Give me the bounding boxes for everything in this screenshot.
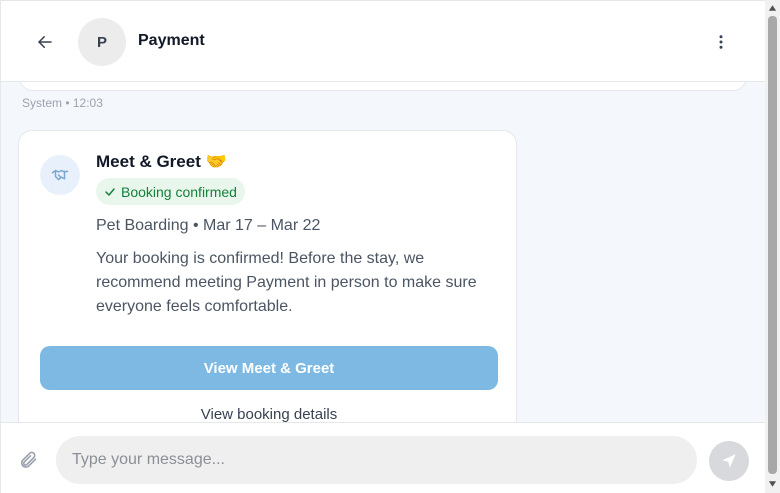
status-badge-label: Booking confirmed: [121, 183, 237, 200]
more-options-button[interactable]: [707, 28, 735, 56]
card-icon-container: [40, 155, 80, 195]
avatar[interactable]: P: [78, 18, 126, 66]
message-input[interactable]: [56, 436, 697, 484]
send-button[interactable]: [709, 441, 749, 481]
page-title: Payment: [138, 32, 205, 49]
check-icon: [105, 187, 115, 196]
scroll-up-arrow-icon[interactable]: [768, 4, 777, 12]
status-badge: Booking confirmed: [96, 178, 245, 205]
message-meta: System • 12:03: [22, 96, 103, 110]
scroll-down-arrow-icon[interactable]: [768, 480, 777, 488]
chat-window: P Payment System • 12:03 Meet & Greet 🤝 …: [0, 0, 765, 493]
more-vertical-icon: [719, 35, 723, 49]
card-title: Meet & Greet 🤝: [96, 152, 227, 171]
chat-header: P Payment: [1, 1, 765, 82]
attach-button[interactable]: [15, 447, 41, 473]
scrollbar[interactable]: [765, 0, 780, 493]
booking-summary: Pet Boarding • Mar 17 – Mar 22: [96, 217, 321, 234]
meet-greet-card: Meet & Greet 🤝 Booking confirmed Pet Boa…: [18, 130, 517, 450]
message-composer: [1, 422, 765, 493]
back-button[interactable]: [31, 28, 59, 56]
send-icon: [722, 454, 736, 468]
card-body-text: Your booking is confirmed! Before the st…: [96, 250, 477, 315]
paperclip-icon: [20, 451, 37, 468]
scrollbar-thumb[interactable]: [768, 16, 777, 474]
handshake-icon: [51, 169, 69, 181]
view-meet-greet-button[interactable]: View Meet & Greet: [40, 346, 498, 390]
arrow-left-icon: [38, 36, 52, 48]
